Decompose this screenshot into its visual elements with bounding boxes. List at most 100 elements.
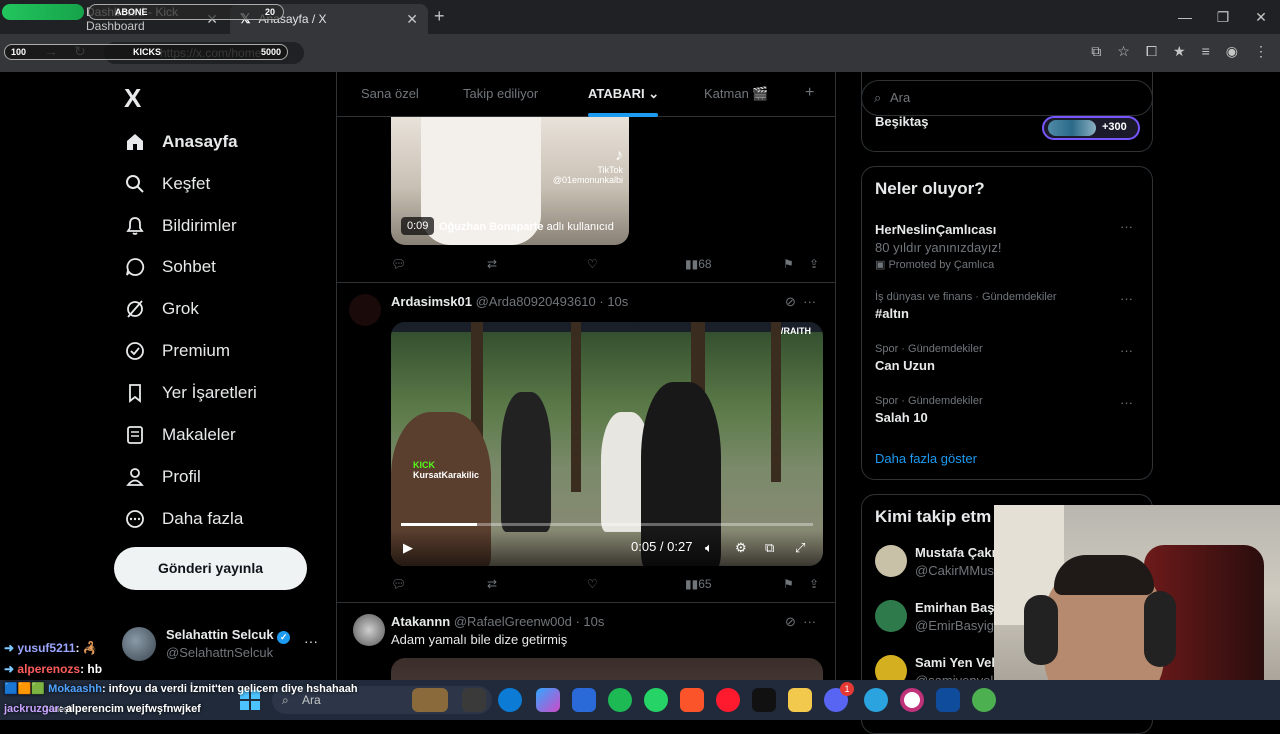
minimize-button[interactable]: — bbox=[1166, 0, 1204, 34]
game-app-icon[interactable] bbox=[752, 688, 776, 712]
chrome-icon[interactable] bbox=[972, 688, 996, 712]
avatars-pill[interactable]: +300 bbox=[1042, 116, 1140, 140]
avatar[interactable] bbox=[349, 294, 381, 326]
nav-chat[interactable]: Sohbet bbox=[124, 250, 216, 284]
bookmark-icon[interactable]: ⚑ bbox=[783, 257, 794, 271]
nav-articles[interactable]: Makaleler bbox=[124, 418, 236, 452]
spotify-icon[interactable] bbox=[608, 688, 632, 712]
add-tab-button[interactable]: + bbox=[805, 84, 814, 102]
nav-grok[interactable]: Grok bbox=[124, 292, 199, 326]
timeline: Sana özel Takip ediliyor ATABARI ⌄ Katma… bbox=[336, 72, 836, 720]
new-tab-button[interactable]: + bbox=[434, 6, 445, 27]
settings-gear-icon[interactable]: ⚙ bbox=[735, 540, 747, 556]
view-count: 65 bbox=[698, 577, 712, 591]
widgets-icon[interactable] bbox=[412, 688, 448, 712]
close-tab-icon[interactable]: ✕ bbox=[406, 11, 418, 28]
fullscreen-icon[interactable]: ⤢ bbox=[795, 540, 805, 556]
trend-item[interactable]: Spor · Gündemdekiler Salah 10 ··· bbox=[875, 395, 1141, 425]
nav-label: Bildirimler bbox=[162, 216, 237, 235]
views-icon[interactable]: ▮▮ 65 bbox=[685, 577, 712, 591]
telegram-icon[interactable] bbox=[864, 688, 888, 712]
x-logo[interactable]: X bbox=[124, 83, 141, 114]
profile-avatar-icon[interactable]: ◉ bbox=[1226, 43, 1238, 60]
post-tools: ⊘ ··· bbox=[785, 614, 816, 630]
bell-icon bbox=[124, 215, 146, 237]
pip-icon[interactable]: ⧉ bbox=[765, 540, 774, 556]
search-icon bbox=[124, 173, 146, 195]
post-media[interactable]: ♪ TikTok @01emonunkalbi 0:09 Oğuzhan Bon… bbox=[391, 117, 629, 245]
menu-icon[interactable]: ⋮ bbox=[1254, 43, 1268, 60]
more-icon[interactable]: ··· bbox=[1120, 395, 1133, 410]
trend-item[interactable]: HerNeslinÇamlıcası 80 yıldır yanınızdayı… bbox=[875, 219, 1141, 271]
volume-icon[interactable]: 🔈︎ bbox=[705, 540, 713, 556]
opera-gx-icon[interactable] bbox=[900, 688, 924, 712]
search-input[interactable]: ⌕ Ara bbox=[861, 80, 1153, 116]
vpn-icon[interactable] bbox=[936, 688, 960, 712]
video-progress-bar[interactable] bbox=[401, 523, 813, 526]
reading-list-icon[interactable]: ≡ bbox=[1202, 43, 1210, 60]
close-window-button[interactable]: ✕ bbox=[1242, 0, 1280, 34]
grok-icon[interactable]: ⊘ bbox=[785, 294, 796, 309]
author-handle[interactable]: @RafaelGreenw00d · 10s bbox=[454, 614, 605, 629]
tab-for-you[interactable]: Sana özel bbox=[361, 86, 419, 101]
more-icon[interactable]: ··· bbox=[803, 614, 816, 629]
post-button[interactable]: Gönderi yayınla bbox=[114, 547, 307, 590]
repost-icon[interactable]: ⇄ bbox=[487, 577, 497, 591]
bookmark-star-icon[interactable]: ☆ bbox=[1117, 43, 1130, 60]
profile-icon bbox=[124, 466, 146, 488]
media-caption: Oğuzhan Bonaparte adlı kullanıcıd bbox=[439, 221, 614, 233]
more-icon[interactable]: ··· bbox=[803, 294, 816, 309]
maximize-button[interactable]: ❐ bbox=[1204, 0, 1242, 34]
grok-icon[interactable]: ⊘ bbox=[785, 614, 796, 629]
bookmark-icon[interactable]: ⚑ bbox=[783, 577, 794, 591]
nav-more[interactable]: Daha fazla bbox=[124, 502, 243, 536]
more-icon[interactable]: ··· bbox=[1120, 219, 1133, 234]
share-icon[interactable]: ⇪ bbox=[809, 257, 819, 271]
file-explorer-icon[interactable] bbox=[462, 688, 486, 712]
reply-icon[interactable]: 💬︎ bbox=[391, 577, 406, 591]
trend-item[interactable]: Spor · Gündemdekiler Can Uzun ··· bbox=[875, 343, 1141, 373]
favorites-icon[interactable]: ★ bbox=[1173, 43, 1186, 60]
more-icon[interactable]: ··· bbox=[1120, 343, 1133, 358]
whatsapp-icon[interactable] bbox=[644, 688, 668, 712]
tab-following[interactable]: Takip ediliyor bbox=[463, 86, 538, 101]
install-app-icon[interactable]: ⧉ bbox=[1091, 43, 1101, 60]
brave-icon[interactable] bbox=[680, 688, 704, 712]
reply-icon[interactable]: 💬︎ bbox=[391, 257, 406, 271]
play-icon[interactable]: ▶ bbox=[403, 540, 413, 556]
post-tools: ⊘ ··· bbox=[785, 294, 816, 310]
author-name[interactable]: Atakannn bbox=[391, 614, 450, 629]
nav-bookmarks[interactable]: Yer İşaretleri bbox=[124, 376, 257, 410]
folder-icon[interactable] bbox=[788, 688, 812, 712]
trend-label[interactable]: Beşiktaş bbox=[875, 114, 928, 129]
extensions-icon[interactable]: ⧠ bbox=[1146, 43, 1157, 60]
trend-item[interactable]: İş dünyası ve finans · Gündemdekiler #al… bbox=[875, 291, 1141, 321]
profile-handle: @SelahattnSelcuk bbox=[166, 645, 274, 660]
article-icon bbox=[124, 424, 146, 446]
nav-label: Daha fazla bbox=[162, 509, 244, 528]
account-more-icon[interactable]: ··· bbox=[304, 633, 318, 649]
views-icon[interactable]: ▮▮ 68 bbox=[685, 257, 712, 271]
edge-icon[interactable] bbox=[498, 688, 522, 712]
nav-premium[interactable]: Premium bbox=[124, 334, 230, 368]
copilot-icon[interactable] bbox=[536, 688, 560, 712]
discord-icon[interactable]: 1 bbox=[824, 682, 854, 712]
share-icon[interactable]: ⇪ bbox=[809, 577, 819, 591]
tab-katman[interactable]: Katman 🎬 bbox=[704, 86, 769, 102]
like-icon[interactable]: ♡ bbox=[587, 257, 598, 271]
repost-icon[interactable]: ⇄ bbox=[487, 257, 497, 271]
avatar[interactable] bbox=[353, 614, 385, 646]
tab-atabari[interactable]: ATABARI ⌄ bbox=[588, 86, 659, 102]
nav-notifications[interactable]: Bildirimler bbox=[124, 209, 237, 243]
video-player[interactable]: WRAITH KICK KursatKarakilic ▶ 0:05 / 0:27… bbox=[391, 322, 823, 566]
store-icon[interactable] bbox=[572, 688, 596, 712]
more-icon[interactable]: ··· bbox=[1120, 291, 1133, 306]
nav-explore[interactable]: Keşfet bbox=[124, 167, 210, 201]
like-icon[interactable]: ♡ bbox=[587, 577, 598, 591]
author-handle[interactable]: @Arda80920493610 · 10s bbox=[476, 294, 629, 309]
show-more-link[interactable]: Daha fazla göster bbox=[875, 451, 977, 466]
author-name[interactable]: Ardasimsk01 bbox=[391, 294, 472, 309]
nav-profile[interactable]: Profil bbox=[124, 460, 201, 494]
opera-icon[interactable] bbox=[716, 688, 740, 712]
nav-home[interactable]: Anasayfa bbox=[124, 125, 238, 159]
